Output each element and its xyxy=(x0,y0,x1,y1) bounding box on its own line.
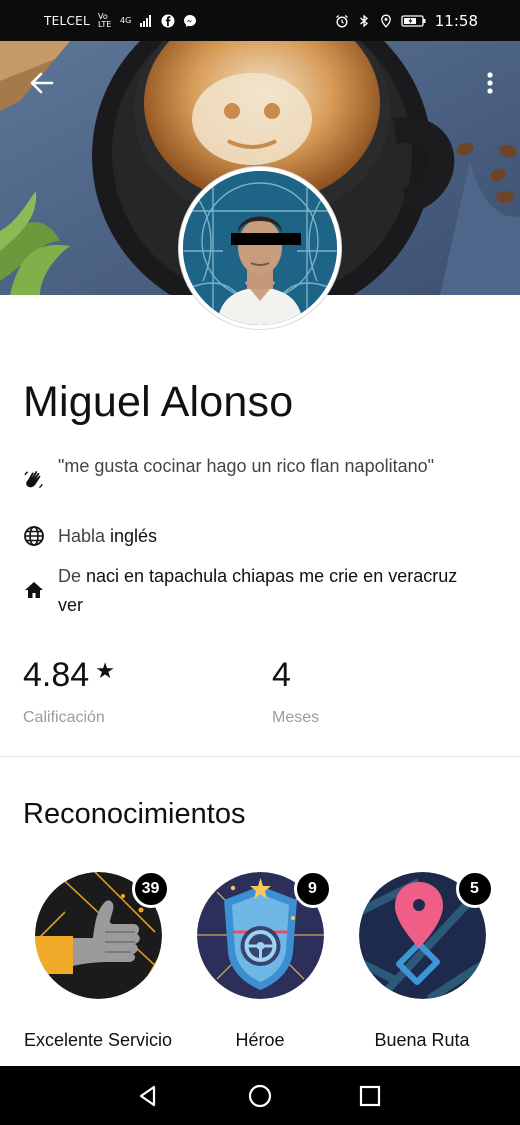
origin-row: De naci en tapachula chiapas me crie en … xyxy=(23,562,478,620)
star-icon: ★ xyxy=(95,658,115,683)
home-icon xyxy=(25,582,43,598)
waving-hand-icon xyxy=(24,471,43,489)
bluetooth-icon xyxy=(359,14,368,27)
section-divider xyxy=(0,756,520,757)
months-stat: 4 Meses xyxy=(272,656,319,727)
months-label: Meses xyxy=(272,709,320,726)
months-value: 4 xyxy=(272,656,291,694)
facebook-icon xyxy=(161,14,175,27)
driver-photo xyxy=(183,171,337,325)
status-bar: TELCEL Vo LTE 4G 11:58 xyxy=(0,0,520,41)
origin-text: De naci en tapachula chiapas me crie en … xyxy=(58,562,478,620)
badge-count: 5 xyxy=(455,870,494,908)
network-type-4g: 4G xyxy=(120,15,132,25)
status-time: 11:58 xyxy=(434,11,478,30)
badge-label: Héroe xyxy=(235,1030,285,1050)
badge-count: 9 xyxy=(293,870,332,908)
avatar xyxy=(179,167,341,329)
messenger-icon xyxy=(184,14,197,27)
recognitions-title: Reconocimientos xyxy=(23,798,246,830)
back-arrow-icon[interactable] xyxy=(26,67,58,99)
badge-label: Excelente Servicio xyxy=(23,1030,173,1050)
back-triangle-icon[interactable] xyxy=(132,1080,164,1112)
recents-square-icon[interactable] xyxy=(354,1080,386,1112)
driver-quote: "me gusta cocinar hago un rico flan napo… xyxy=(58,456,435,476)
system-nav-bar xyxy=(0,1066,520,1125)
more-vertical-icon[interactable] xyxy=(478,67,502,99)
quote-row: "me gusta cocinar hago un rico flan napo… xyxy=(23,452,478,491)
network-type-volte: Vo LTE xyxy=(98,11,112,29)
badge-buena-ruta-circle: 5 xyxy=(358,870,494,999)
language-row: Habla inglés xyxy=(23,522,157,551)
driver-name: Miguel Alonso xyxy=(23,378,294,426)
home-circle-icon[interactable] xyxy=(244,1080,276,1112)
badge-heroe-circle: 9 xyxy=(196,870,332,999)
recognitions-list: 39 Excelente Servicio 9 Héroe 5 Buena Ru… xyxy=(0,870,520,1062)
location-icon xyxy=(380,14,391,28)
language-text: Habla inglés xyxy=(58,522,157,551)
badge-count: 39 xyxy=(131,870,170,908)
signal-icon xyxy=(140,14,152,27)
badge-label: Buena Ruta xyxy=(374,1030,470,1050)
battery-icon xyxy=(401,14,426,27)
rating-label: Calificación xyxy=(23,709,105,726)
carrier-name: TELCEL xyxy=(44,13,91,28)
rating-stat: 4.84 ★ Calificación xyxy=(23,656,115,727)
language-value: inglés xyxy=(110,526,158,546)
alarm-icon xyxy=(335,14,348,28)
badge-excelente-servicio-circle: 39 xyxy=(34,870,170,999)
badge-heroe[interactable]: 9 Héroe xyxy=(185,870,335,1052)
origin-value: naci en tapachula chiapas me crie en ver… xyxy=(58,566,458,615)
language-prefix: Habla xyxy=(58,526,111,546)
badge-buena-ruta[interactable]: 5 Buena Ruta xyxy=(347,870,497,1052)
globe-icon xyxy=(24,526,44,546)
origin-prefix: De xyxy=(58,566,87,586)
rating-value: 4.84 xyxy=(23,656,90,694)
badge-excelente-servicio[interactable]: 39 Excelente Servicio xyxy=(23,870,173,1052)
